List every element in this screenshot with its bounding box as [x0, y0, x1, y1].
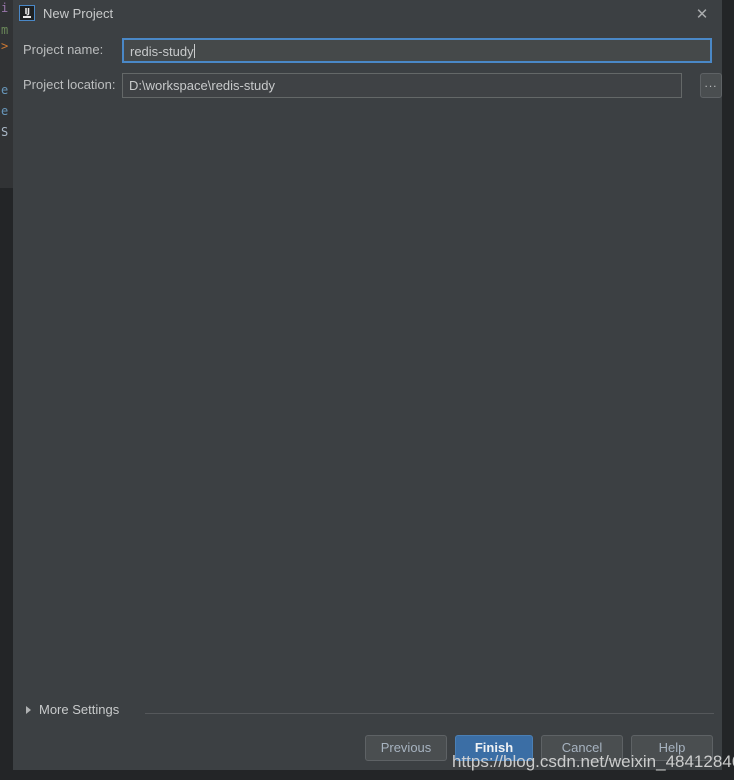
new-project-dialog: IJ New Project ✕ Project name: redis-stu…: [13, 0, 722, 770]
dialog-title-bar: IJ New Project ✕: [13, 0, 722, 30]
project-name-input[interactable]: redis-study: [122, 38, 712, 63]
project-name-label: Project name:: [23, 42, 104, 57]
browse-folder-button[interactable]: ...: [700, 73, 722, 98]
editor-code-char: >: [1, 39, 9, 53]
project-name-row: Project name: redis-study: [13, 38, 722, 64]
editor-code-char: e: [1, 83, 9, 97]
section-divider: [145, 713, 714, 714]
project-name-value: redis-study: [130, 44, 194, 59]
editor-gutter-lower: [0, 188, 13, 780]
editor-code-char: S: [1, 125, 9, 139]
intellij-idea-icon: IJ: [19, 5, 35, 21]
close-icon[interactable]: ✕: [693, 5, 711, 23]
project-location-row: Project location: D:\workspace\redis-stu…: [13, 73, 722, 99]
project-location-label: Project location:: [23, 77, 116, 92]
editor-code-char: m: [1, 23, 9, 37]
editor-code-char: e: [1, 104, 9, 118]
project-location-input[interactable]: D:\workspace\redis-study: [122, 73, 682, 98]
project-location-value: D:\workspace\redis-study: [129, 78, 275, 93]
dialog-title: New Project: [43, 6, 114, 21]
editor-code-char: i: [1, 1, 9, 15]
ide-right-strip: [722, 0, 734, 780]
text-caret: [193, 44, 195, 58]
more-settings-toggle[interactable]: More Settings: [26, 702, 119, 717]
more-settings-label: More Settings: [39, 702, 120, 717]
chevron-right-icon: [26, 705, 31, 714]
watermark-text: https://blog.csdn.net/weixin_48412846: [452, 752, 734, 771]
previous-button[interactable]: Previous: [365, 735, 447, 761]
more-settings-row: More Settings: [13, 702, 722, 724]
